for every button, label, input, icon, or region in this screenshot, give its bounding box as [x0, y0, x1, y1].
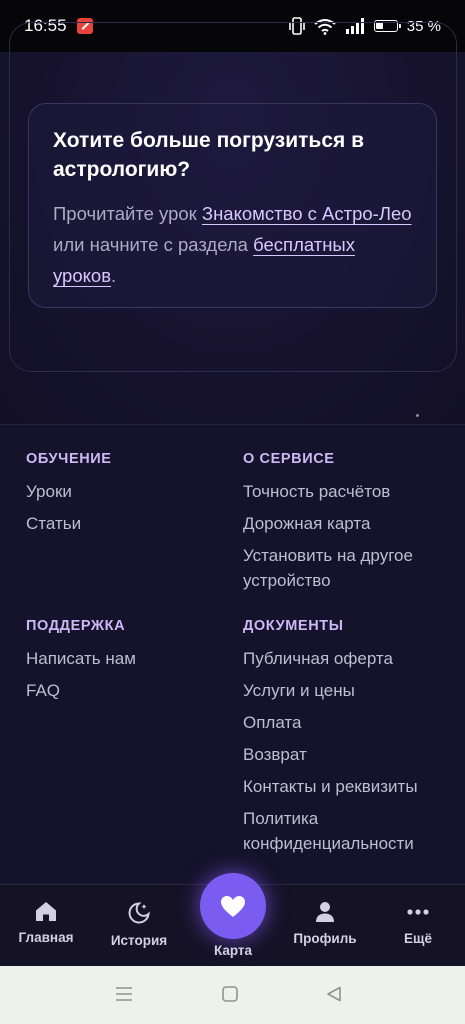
- nav-item-chart[interactable]: [200, 873, 266, 939]
- footer-col-documents: ДОКУМЕНТЫ Публичная оферта Услуги и цены…: [243, 618, 463, 856]
- footer-heading-learning: ОБУЧЕНИЕ: [26, 451, 112, 467]
- footer-col-service: О СЕРВИСЕ Точность расчётов Дорожная кар…: [243, 451, 463, 593]
- footer-heading-documents: ДОКУМЕНТЫ: [243, 618, 344, 634]
- content-area: Хотите больше погрузиться в астрологию? …: [0, 22, 465, 424]
- nav-label-more: Ещё: [404, 931, 432, 946]
- moon-icon: [128, 902, 150, 924]
- nav-label-history: История: [110, 933, 168, 948]
- info-text-3: .: [111, 265, 117, 286]
- nav-label-home: Главная: [18, 930, 74, 945]
- footer-link-refund[interactable]: Возврат: [243, 742, 463, 767]
- astrology-info-card: Хотите больше погрузиться в астрологию? …: [28, 103, 437, 308]
- app-screen: 16:55 35 % Хотите больше погрузиться в а…: [0, 0, 465, 1024]
- footer-link-lessons[interactable]: Уроки: [26, 479, 246, 504]
- footer-link-roadmap[interactable]: Дорожная карта: [243, 511, 463, 536]
- lesson-link-astro-leo[interactable]: Знакомство с Астро-Лео: [202, 203, 412, 224]
- info-text-1: Прочитайте урок: [53, 203, 202, 224]
- system-nav-bar: [0, 966, 465, 1024]
- more-icon: [407, 909, 429, 915]
- footer-link-contacts[interactable]: Контакты и реквизиты: [243, 774, 463, 799]
- bottom-nav: Главная История Карта Профиль Ещё: [0, 873, 465, 967]
- nav-item-more[interactable]: Ещё: [373, 885, 463, 967]
- footer-col-learning: ОБУЧЕНИЕ Уроки Статьи: [26, 451, 246, 536]
- footer-heading-support: ПОДДЕРЖКА: [26, 618, 126, 634]
- footer-heading-service: О СЕРВИСЕ: [243, 451, 335, 467]
- heart-icon: [221, 895, 245, 917]
- home-button-icon[interactable]: [222, 986, 238, 1002]
- footer-link-prices[interactable]: Услуги и цены: [243, 678, 463, 703]
- decor-dot: [416, 414, 419, 417]
- nav-item-home[interactable]: Главная: [1, 885, 91, 967]
- recents-icon[interactable]: [115, 986, 133, 1002]
- footer-link-offer[interactable]: Публичная оферта: [243, 646, 463, 671]
- footer-col-support: ПОДДЕРЖКА Написать нам FAQ: [26, 618, 246, 703]
- home-icon: [36, 902, 56, 921]
- footer-link-write-us[interactable]: Написать нам: [26, 646, 246, 671]
- footer-link-install[interactable]: Установить на другое устройство: [243, 543, 443, 593]
- back-icon[interactable]: [326, 986, 342, 1002]
- nav-item-profile[interactable]: Профиль: [280, 885, 370, 967]
- nav-label-chart: Карта: [213, 943, 253, 958]
- info-text-2: или начните с раздела: [53, 234, 254, 255]
- footer-link-payment[interactable]: Оплата: [243, 710, 463, 735]
- footer-link-faq[interactable]: FAQ: [26, 678, 246, 703]
- footer-link-privacy[interactable]: Политика конфиденциальности: [243, 806, 443, 856]
- nav-item-history[interactable]: История: [94, 885, 184, 967]
- info-card-title: Хотите больше погрузиться в астрологию?: [53, 129, 365, 181]
- nav-label-profile: Профиль: [293, 931, 357, 946]
- footer: ОБУЧЕНИЕ Уроки Статьи О СЕРВИСЕ Точность…: [0, 424, 465, 884]
- footer-link-articles[interactable]: Статьи: [26, 511, 246, 536]
- footer-link-accuracy[interactable]: Точность расчётов: [243, 479, 463, 504]
- info-card-body: Прочитайте урок Знакомство с Астро-Лео и…: [53, 198, 412, 291]
- user-icon: [316, 902, 334, 922]
